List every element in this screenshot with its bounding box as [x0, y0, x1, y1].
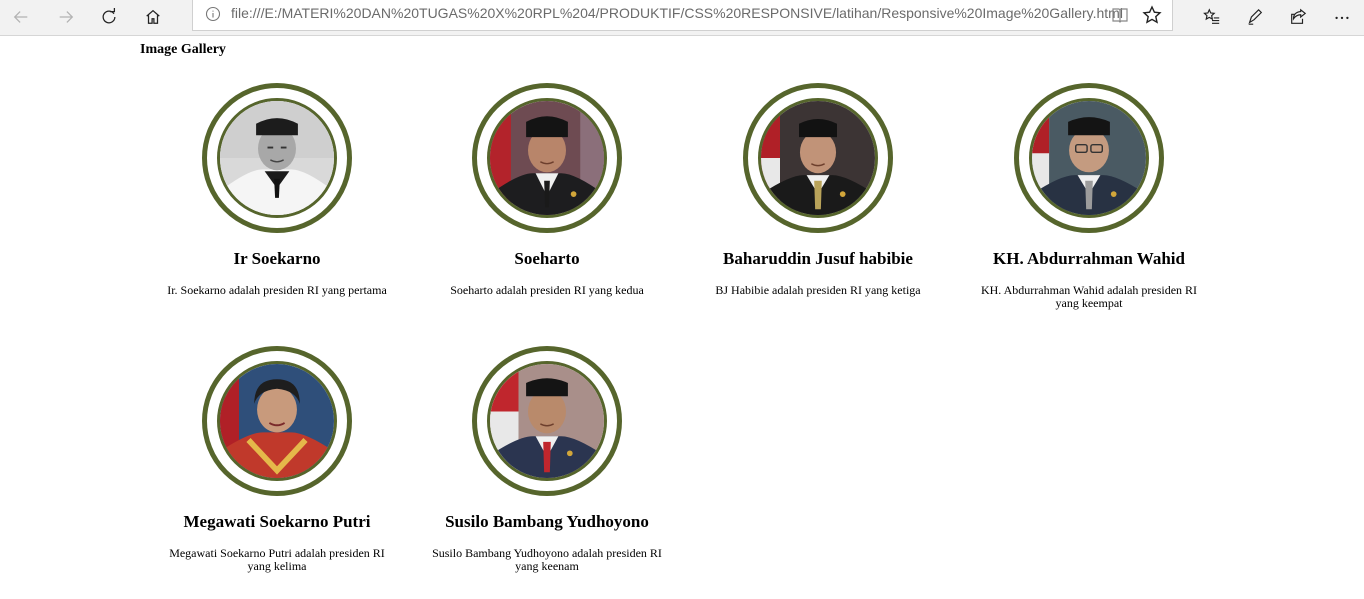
info-icon[interactable]	[205, 6, 221, 22]
home-icon[interactable]	[137, 2, 169, 32]
person-name: Ir Soekarno	[233, 249, 321, 268]
person-description: KH. Abdurrahman Wahid adalah presiden RI…	[980, 283, 1198, 310]
person-description: BJ Habibie adalah presiden RI yang ketig…	[715, 283, 921, 297]
portrait-image[interactable]	[758, 98, 878, 218]
photo-frame	[202, 346, 352, 496]
forward-icon[interactable]	[50, 2, 82, 32]
more-icon[interactable]	[1326, 2, 1358, 32]
photo-frame	[472, 83, 622, 233]
portrait-image[interactable]	[1029, 98, 1149, 218]
page-title: Image Gallery	[140, 42, 226, 57]
portrait-image[interactable]	[217, 98, 337, 218]
share-icon[interactable]	[1282, 2, 1314, 32]
photo-frame	[472, 346, 622, 496]
back-icon[interactable]	[5, 2, 37, 32]
person-description: Soeharto adalah presiden RI yang kedua	[450, 283, 644, 297]
person-name: Susilo Bambang Yudhoyono	[445, 512, 649, 531]
url-text[interactable]: file:///E:/MATERI%20DAN%20TUGAS%20X%20RP…	[231, 5, 1123, 21]
person-name: Baharuddin Jusuf habibie	[723, 249, 913, 268]
person-name: KH. Abdurrahman Wahid	[993, 249, 1185, 268]
reading-view-icon[interactable]	[1109, 4, 1131, 26]
photo-frame	[202, 83, 352, 233]
person-description: Susilo Bambang Yudhoyono adalah presiden…	[432, 546, 662, 573]
favorite-star-icon[interactable]	[1141, 4, 1163, 26]
portrait-image[interactable]	[487, 361, 607, 481]
pen-icon[interactable]	[1239, 2, 1271, 32]
portrait-image[interactable]	[487, 98, 607, 218]
address-bar[interactable]: file:///E:/MATERI%20DAN%20TUGAS%20X%20RP…	[192, 0, 1173, 31]
person-name: Megawati Soekarno Putri	[183, 512, 371, 531]
person-name: Soeharto	[514, 249, 580, 268]
photo-frame	[743, 83, 893, 233]
portrait-image[interactable]	[217, 361, 337, 481]
photo-frame	[1014, 83, 1164, 233]
person-description: Megawati Soekarno Putri adalah presiden …	[169, 546, 385, 573]
favorites-hub-icon[interactable]	[1196, 2, 1228, 32]
browser-toolbar: file:///E:/MATERI%20DAN%20TUGAS%20X%20RP…	[0, 0, 1364, 36]
refresh-icon[interactable]	[93, 2, 125, 32]
person-description: Ir. Soekarno adalah presiden RI yang per…	[167, 283, 387, 297]
